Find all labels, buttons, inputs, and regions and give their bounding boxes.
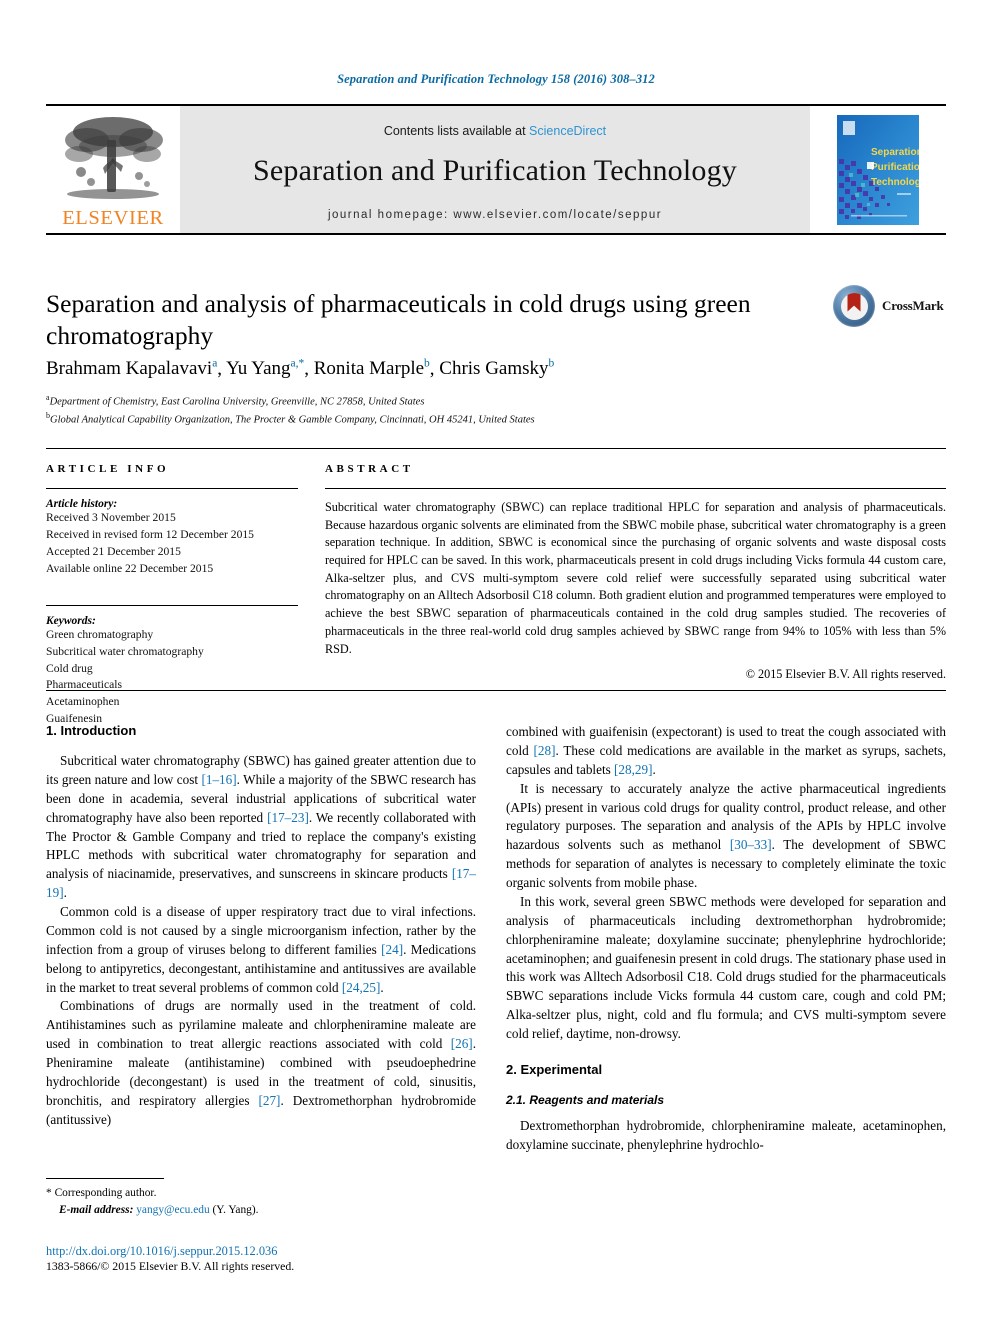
author-list: Brahmam Kapalavavia, Yu Yanga,*, Ronita … [46,358,555,380]
issn-copyright-line: 1383-5866/© 2015 Elsevier B.V. All right… [46,1259,295,1274]
author-1-mark: a,* [290,358,305,370]
article-info-heading: ARTICLE INFO [46,463,170,475]
subsection-heading-reagents: 2.1. Reagents and materials [506,1092,665,1107]
affiliation-a: aDepartment of Chemistry, East Carolina … [46,393,425,408]
body-column-right: combined with guaifenisin (expectorant) … [506,723,946,1155]
email-note: E-mail address: yangy@ecu.edu (Y. Yang). [46,1202,476,1219]
elsevier-tree-icon [65,116,163,199]
article-history-3: Available online 22 December 2015 [46,561,214,575]
article-info-column: ARTICLE INFO Article history: Received 3… [46,463,298,728]
abstract-text: Subcritical water chromatography (SBWC) … [325,500,946,656]
author-2-mark: b [424,358,430,370]
citation-ref[interactable]: [17–23] [267,810,309,825]
abstract-copyright: © 2015 Elsevier B.V. All rights reserved… [745,667,946,682]
article-history-1: Received in revised form 12 December 201… [46,527,254,541]
author-3: Chris Gamskyb [439,358,555,380]
paragraph-intro-1: Subcritical water chromatography (SBWC) … [46,753,477,901]
sciencedirect-link[interactable]: ScienceDirect [529,124,606,138]
corresponding-author-note: * Corresponding author. [46,1185,476,1202]
author-1: Yu Yanga,* [226,358,305,380]
journal-masthead: ELSEVIER Contents lists available at Sci… [46,104,946,235]
footnote-block: * Corresponding author. E-mail address: … [46,1178,476,1218]
citation-ref[interactable]: [24] [381,942,403,957]
keywords-block: Keywords: Green chromatography Subcritic… [46,604,298,729]
crossmark-label: CrossMark [882,298,944,313]
footnote-rule [46,1178,164,1179]
section-heading-introduction: 1. Introduction [46,723,137,738]
corresponding-text: Corresponding author. [54,1187,157,1199]
email-label: E-mail address: [59,1203,134,1216]
paper-page: Separation and Purification Technology 1… [0,0,992,1323]
svg-text:Purification: Purification [871,162,919,173]
paragraph-right-3: In this work, several green SBWC methods… [506,893,946,1041]
author-2: Ronita Marpleb [313,358,430,380]
svg-text:Separation: Separation [871,147,919,158]
journal-title: Separation and Purification Technology [253,154,737,187]
journal-cover-thumbnail: Separation Purification Technology [810,106,946,233]
author-0: Brahmam Kapalavavia [46,358,218,380]
keyword-3: Pharmaceuticals [46,678,122,692]
contents-available-line: Contents lists available at ScienceDirec… [384,124,606,138]
paragraph-right-4: Dextromethorphan hydrobromide, chlorphen… [506,1117,946,1152]
citation-ref[interactable]: [17–19] [46,866,476,900]
doi-block: http://dx.doi.org/10.1016/j.seppur.2015.… [46,1243,486,1274]
cover-image: Separation Purification Technology [837,114,919,225]
keyword-2: Cold drug [46,661,93,675]
email-owner: (Y. Yang). [212,1203,259,1216]
abstract-bottom-rule [46,690,946,691]
paragraph-right-2: It is necessary to accurately analyze th… [506,780,946,890]
article-info-rule [46,488,298,489]
elsevier-wordmark: ELSEVIER [62,206,164,229]
info-top-rule [46,448,946,449]
author-0-mark: a [212,358,218,370]
citation-ref[interactable]: [28,29] [614,762,652,777]
affiliation-b: bGlobal Analytical Capability Organizati… [46,411,535,426]
citation-ref[interactable]: [28] [534,743,556,758]
crossmark-icon [833,285,875,327]
affiliation-list: aDepartment of Chemistry, East Carolina … [46,392,866,429]
running-head: Separation and Purification Technology 1… [337,72,655,86]
svg-text:Technology: Technology [871,177,919,188]
article-title: Separation and analysis of pharmaceutica… [46,289,751,351]
keyword-4: Acetaminophen [46,695,120,709]
keywords-label: Keywords: [46,614,96,627]
article-history-0: Received 3 November 2015 [46,511,176,524]
journal-homepage-link[interactable]: journal homepage: www.elsevier.com/locat… [328,209,662,221]
abstract-heading: ABSTRACT [325,463,414,475]
email-link[interactable]: yangy@ecu.edu [136,1204,209,1216]
citation-ref[interactable]: [24,25] [342,980,380,995]
corresponding-mark: * [46,1187,52,1199]
paragraph-intro-3: Combinations of drugs are normally used … [46,998,476,1127]
section-heading-experimental: 2. Experimental [506,1061,603,1077]
citation-ref[interactable]: [1–16] [201,772,236,787]
body-column-left: 1. Introduction Subcritical water chroma… [46,723,476,1130]
article-history-label: Article history: [46,498,118,510]
keywords-rule [46,604,298,606]
contents-prefix: Contents lists available at [383,124,530,138]
elsevier-logo: ELSEVIER [46,106,180,233]
keyword-0: Green chromatography [46,627,154,641]
citation-ref[interactable]: [26] [451,1036,473,1051]
author-3-mark: b [548,358,555,370]
citation-ref[interactable]: [30–33] [730,837,772,852]
keyword-1: Subcritical water chromatography [46,644,204,658]
citation-ref[interactable]: [27] [258,1093,280,1108]
crossmark-badge[interactable]: CrossMark [833,283,953,329]
abstract-column: ABSTRACT Subcritical water chromatograph… [325,463,946,682]
doi-link[interactable]: http://dx.doi.org/10.1016/j.seppur.2015.… [46,1243,486,1259]
paragraph-intro-2: Common cold is a disease of upper respir… [46,904,476,995]
paragraph-right-1: combined with guaifenisin (expectorant) … [506,724,946,777]
cover-artwork: Separation Purification Technology [837,114,919,225]
abstract-rule [325,488,946,489]
article-history-2: Accepted 21 December 2015 [46,544,181,558]
